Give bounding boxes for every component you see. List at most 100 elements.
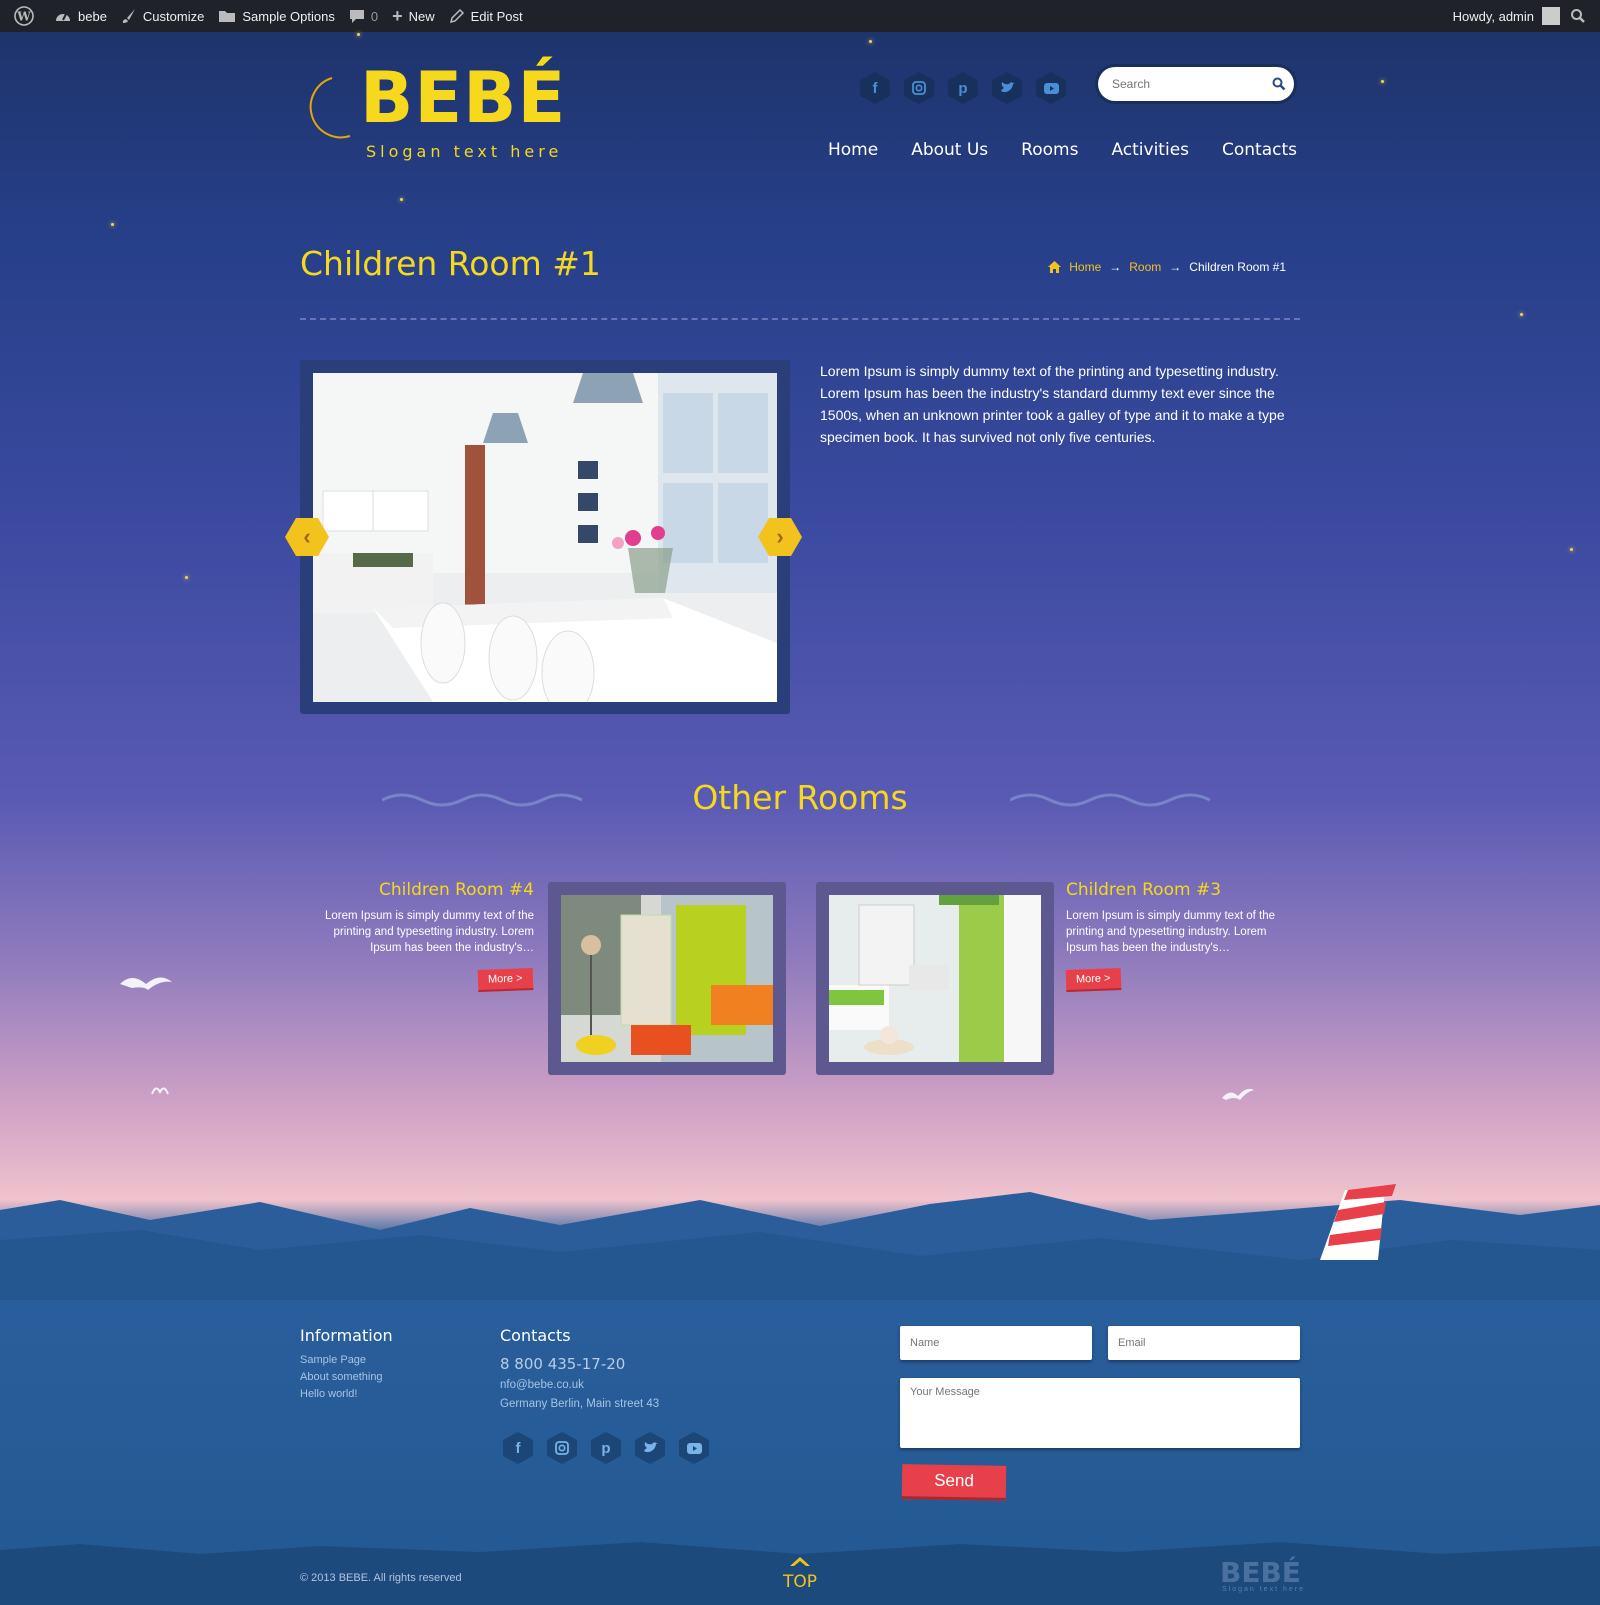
- comment-icon: [349, 10, 364, 23]
- instagram-icon[interactable]: [547, 1432, 577, 1464]
- nav-home[interactable]: Home: [828, 140, 878, 160]
- logo-title: BEBÉ: [360, 57, 567, 139]
- room-photo: [313, 373, 777, 702]
- admin-bar: W bebe Customize Sample Options 0 + New …: [0, 0, 1600, 32]
- footer-link[interactable]: Hello world!: [300, 1388, 357, 1400]
- facebook-icon[interactable]: f: [503, 1432, 533, 1464]
- room-card-image[interactable]: [816, 882, 1054, 1075]
- footer-email[interactable]: nfo@bebe.co.uk: [500, 1379, 584, 1391]
- breadcrumb-separator: →: [1109, 260, 1122, 274]
- nav-about-us[interactable]: About Us: [911, 140, 988, 160]
- copyright: © 2013 BEBE. All rights reserved: [300, 1572, 462, 1584]
- youtube-icon[interactable]: [1036, 72, 1066, 104]
- seagull-decoration: [120, 977, 172, 990]
- logo-slogan: Slogan text here: [366, 142, 563, 161]
- dashboard-icon: [56, 13, 70, 21]
- back-to-top-link[interactable]: TOP: [780, 1552, 820, 1592]
- room-thumbnail: [829, 895, 1041, 1062]
- facebook-icon[interactable]: f: [860, 72, 890, 104]
- moon-icon: [309, 77, 351, 139]
- search-icon[interactable]: [1272, 77, 1286, 91]
- more-button[interactable]: More >: [1065, 968, 1121, 992]
- admin-comments-count: 0: [370, 8, 379, 24]
- footer-phone: 8 800 435-17-20: [500, 1355, 626, 1373]
- star-decoration: [111, 223, 114, 226]
- youtube-icon[interactable]: [679, 1432, 709, 1464]
- search-input[interactable]: [1110, 76, 1264, 92]
- wordpress-logo-icon[interactable]: W: [14, 0, 40, 32]
- pinterest-icon[interactable]: p: [591, 1432, 621, 1464]
- star-decoration: [185, 576, 188, 579]
- footer-link[interactable]: Sample Page: [300, 1354, 366, 1366]
- room-thumbnail: [561, 895, 773, 1062]
- room-description: Lorem Ipsum is simply dummy text of the …: [820, 363, 1285, 445]
- star-decoration: [400, 198, 403, 201]
- room-card-title[interactable]: Children Room #4: [300, 880, 534, 900]
- admin-site-link[interactable]: bebe: [54, 0, 107, 32]
- breadcrumb-separator: →: [1169, 260, 1182, 274]
- instagram-icon[interactable]: [904, 72, 934, 104]
- nav-activities[interactable]: Activities: [1111, 140, 1189, 160]
- footer-information-heading: Information: [300, 1326, 393, 1345]
- twitter-icon[interactable]: [635, 1432, 665, 1464]
- send-button[interactable]: Send: [901, 1464, 1007, 1501]
- chevron-left-icon: ‹: [303, 524, 311, 549]
- footer-address: Germany Berlin, Main street 43: [500, 1398, 660, 1410]
- nav-rooms[interactable]: Rooms: [1021, 140, 1078, 160]
- admin-new-link[interactable]: + New: [392, 0, 435, 32]
- footer-contacts-heading: Contacts: [500, 1326, 571, 1345]
- breadcrumb: Home → Room → Children Room #1: [1048, 260, 1286, 274]
- room-card-title[interactable]: Children Room #3: [1066, 880, 1300, 900]
- room-card-image[interactable]: [548, 882, 786, 1075]
- admin-customize-label: Customize: [142, 8, 205, 24]
- breadcrumb-current: Children Room #1: [1189, 260, 1286, 274]
- seagull-decoration: [1222, 1088, 1254, 1100]
- pencil-icon: [449, 8, 464, 24]
- sea-waves-decoration: [0, 1184, 1600, 1300]
- footer-logo[interactable]: BEBÉ: [1220, 1556, 1301, 1589]
- admin-customize-link[interactable]: Customize: [121, 0, 204, 32]
- admin-new-label: New: [408, 8, 435, 24]
- admin-edit-post-label: Edit Post: [470, 8, 523, 24]
- back-to-top-label: TOP: [782, 1572, 818, 1592]
- pinterest-icon[interactable]: p: [948, 72, 978, 104]
- folder-icon: [219, 11, 236, 22]
- social-links-footer: f p: [503, 1432, 709, 1464]
- admin-comments-link[interactable]: 0: [349, 0, 378, 32]
- main-nav: Home About Us Rooms Activities Contacts: [828, 140, 1330, 160]
- svg-text:W: W: [16, 10, 31, 24]
- chevron-right-icon: ›: [776, 524, 784, 549]
- star-decoration: [1520, 313, 1523, 316]
- star-decoration: [1381, 80, 1384, 83]
- seagull-decoration: [151, 1087, 169, 1095]
- search-icon[interactable]: [1570, 8, 1586, 24]
- contact-email-field[interactable]: [1108, 1326, 1300, 1360]
- admin-site-name: bebe: [78, 8, 107, 24]
- footer-link[interactable]: About something: [300, 1371, 383, 1383]
- contact-name-field[interactable]: [900, 1326, 1092, 1360]
- admin-edit-post-link[interactable]: Edit Post: [449, 0, 523, 32]
- footer-logo-slogan: Slogan text here: [1222, 1586, 1305, 1593]
- other-rooms-heading: Other Rooms: [692, 778, 908, 817]
- avatar[interactable]: [1542, 7, 1560, 25]
- room-card-text: Lorem Ipsum is simply dummy text of the …: [325, 910, 534, 954]
- admin-sample-options-link[interactable]: Sample Options: [218, 0, 335, 32]
- star-decoration: [357, 33, 360, 36]
- brush-icon: [122, 9, 135, 23]
- divider: [300, 318, 1300, 320]
- search-bar: [1098, 67, 1294, 101]
- plus-icon: +: [392, 5, 403, 26]
- room-gallery: [300, 360, 790, 714]
- contact-message-field[interactable]: [900, 1378, 1300, 1448]
- admin-greeting[interactable]: Howdy, admin: [1453, 9, 1534, 24]
- star-decoration: [1570, 548, 1573, 551]
- twitter-icon[interactable]: [992, 72, 1022, 104]
- home-icon: [1048, 261, 1062, 273]
- admin-sample-options-label: Sample Options: [242, 8, 335, 24]
- star-decoration: [869, 40, 872, 43]
- breadcrumb-home[interactable]: Home: [1069, 260, 1101, 274]
- breadcrumb-room[interactable]: Room: [1129, 260, 1161, 274]
- page-title: Children Room #1: [300, 244, 601, 283]
- nav-contacts[interactable]: Contacts: [1222, 140, 1297, 160]
- more-button[interactable]: More >: [477, 968, 533, 992]
